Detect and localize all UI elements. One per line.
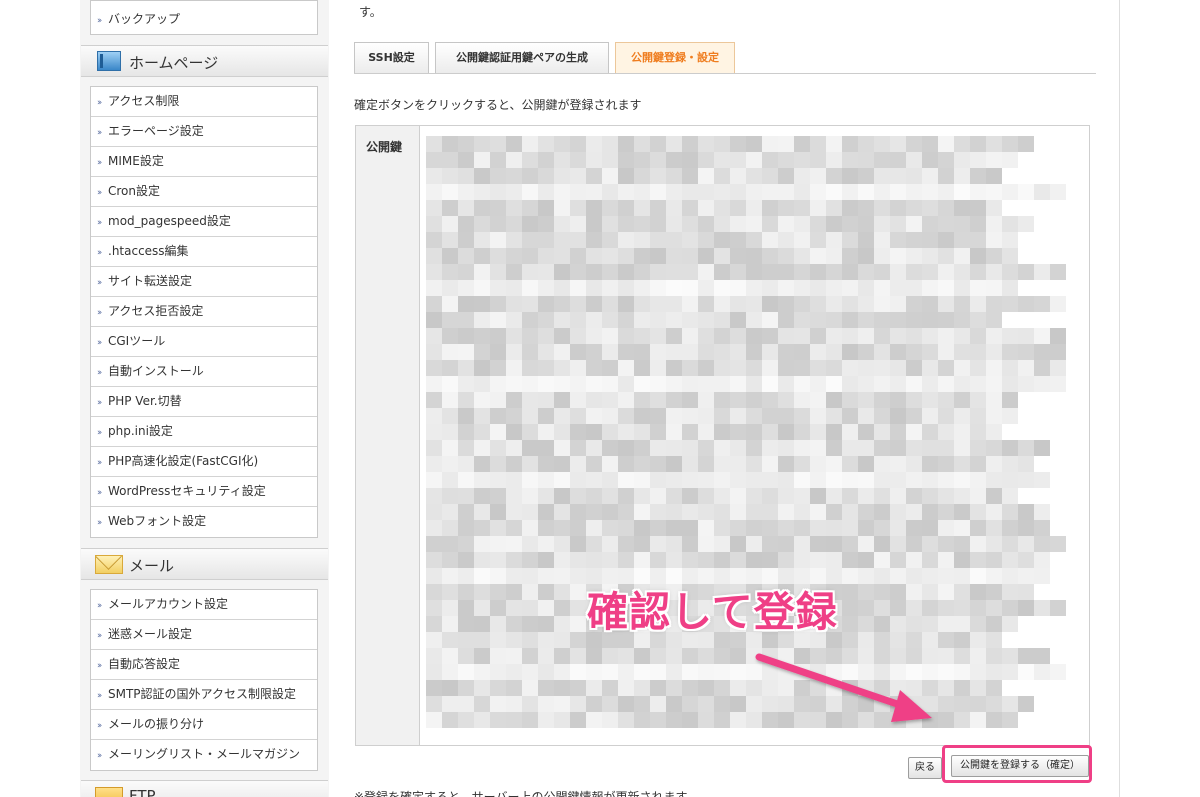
sidebar-item-spam[interactable]: ›› 迷惑メール設定 xyxy=(91,620,317,650)
arrow-icon: ›› xyxy=(97,308,102,318)
sidebar-item-label: サイト転送設定 xyxy=(108,274,193,288)
instruction-text: 確定ボタンをクリックすると、公開鍵が登録されます xyxy=(354,98,642,112)
arrow-icon: ›› xyxy=(97,188,102,198)
homepage-menu: ›› アクセス制限 ›› エラーページ設定 ›› MIME設定 ›› Cron設定 ››… xyxy=(90,86,318,538)
annotation-label: 確認して登録 xyxy=(587,588,838,636)
tab-ssh-settings[interactable]: SSH設定 xyxy=(354,42,429,74)
arrow-icon: ›› xyxy=(97,248,102,258)
public-key-label-cell: 公開鍵 xyxy=(356,126,420,745)
public-key-textarea[interactable] xyxy=(426,136,1066,736)
mail-icon xyxy=(95,555,123,574)
sidebar-item-mime[interactable]: ›› MIME設定 xyxy=(91,147,317,177)
section-title-mail: メール xyxy=(129,557,175,575)
arrow-icon: ›› xyxy=(97,338,102,348)
sidebar-item-php-fastcgi[interactable]: ›› PHP高速化設定(FastCGI化) xyxy=(91,447,317,477)
bottom-note: ※登録を確定すると、サーバー上の公開鍵情報が更新されます xyxy=(354,790,688,797)
arrow-icon: ›› xyxy=(97,368,102,378)
sidebar-item-mail-account[interactable]: ›› メールアカウント設定 xyxy=(91,590,317,620)
sidebar-item-mail-filter[interactable]: ›› メールの振り分け xyxy=(91,710,317,740)
arrow-icon: ›› xyxy=(97,98,102,108)
sidebar-item-label: アクセス制限 xyxy=(108,94,180,108)
sidebar-item-access-limit[interactable]: ›› アクセス制限 xyxy=(91,87,317,117)
arrow-icon: ›› xyxy=(97,751,102,761)
sidebar-item-label: CGIツール xyxy=(108,334,166,348)
homepage-icon xyxy=(97,51,121,71)
sidebar-item-mod-pagespeed[interactable]: ›› mod_pagespeed設定 xyxy=(91,207,317,237)
sidebar-item-backup[interactable]: ›› バックアップ xyxy=(91,1,317,36)
sidebar: ›› バックアップ ホームページ ›› アクセス制限 ›› エラーページ設定 ›› MI… xyxy=(80,0,330,797)
arrow-icon: ›› xyxy=(97,661,102,671)
arrow-icon: ›› xyxy=(97,428,102,438)
sidebar-item-label: メールの振り分け xyxy=(108,717,205,731)
tab-label: SSH設定 xyxy=(368,51,415,64)
sidebar-item-label: Webフォント設定 xyxy=(108,514,207,528)
sidebar-item-label: SMTP認証の国外アクセス制限設定 xyxy=(108,687,296,701)
sidebar-item-label: PHP高速化設定(FastCGI化) xyxy=(108,454,259,468)
arrow-icon: ›› xyxy=(97,16,102,26)
public-key-table: 公開鍵 xyxy=(355,125,1090,746)
section-header-ftp: FTP xyxy=(81,780,328,797)
top-text: す。 xyxy=(359,5,382,19)
arrow-icon: ›› xyxy=(97,488,102,498)
sidebar-item-label: Cron設定 xyxy=(108,184,160,198)
sidebar-item-wordpress-security[interactable]: ›› WordPressセキュリティ設定 xyxy=(91,477,317,507)
arrow-icon: ›› xyxy=(97,518,102,528)
sidebar-item-label: .htaccess編集 xyxy=(108,244,189,258)
main-panel: す。 SSH設定 公開鍵認証用鍵ペアの生成 公開鍵登録・設定 確定ボタンをクリッ… xyxy=(329,0,1120,797)
sidebar-item-php-version[interactable]: ›› PHP Ver.切替 xyxy=(91,387,317,417)
arrow-icon: ›› xyxy=(97,128,102,138)
arrow-icon: ›› xyxy=(97,458,102,468)
server-panel-screen: ›› バックアップ ホームページ ›› アクセス制限 ›› エラーページ設定 ›› MI… xyxy=(0,0,1200,797)
arrow-icon: ›› xyxy=(97,601,102,611)
sidebar-item-label: WordPressセキュリティ設定 xyxy=(108,484,266,498)
sidebar-item-mailing-list[interactable]: ›› メーリングリスト・メールマガジン xyxy=(91,740,317,770)
back-button[interactable]: 戻る xyxy=(908,757,942,779)
arrow-icon: ›› xyxy=(97,631,102,641)
sidebar-item-access-deny[interactable]: ›› アクセス拒否設定 xyxy=(91,297,317,327)
mail-menu: ›› メールアカウント設定 ›› 迷惑メール設定 ›› 自動応答設定 ›› SMTP認証… xyxy=(90,589,318,771)
sidebar-item-cron[interactable]: ›› Cron設定 xyxy=(91,177,317,207)
sidebar-item-htaccess[interactable]: ›› .htaccess編集 xyxy=(91,237,317,267)
arrow-icon: ›› xyxy=(97,398,102,408)
sidebar-item-label: PHP Ver.切替 xyxy=(108,394,182,408)
sidebar-item-label: php.ini設定 xyxy=(108,424,173,438)
sidebar-item-label: アクセス拒否設定 xyxy=(108,304,204,318)
sidebar-item-label: メールアカウント設定 xyxy=(108,597,229,611)
sidebar-item-label: mod_pagespeed設定 xyxy=(108,214,231,228)
section-title-homepage: ホームページ xyxy=(129,54,219,72)
arrow-icon: ›› xyxy=(97,721,102,731)
sidebar-item-label: 自動インストール xyxy=(108,364,204,378)
confirm-register-button[interactable]: 公開鍵を登録する（確定） xyxy=(951,755,1089,777)
public-key-label: 公開鍵 xyxy=(366,140,403,154)
arrow-icon: ›› xyxy=(97,158,102,168)
sidebar-item-label: 迷惑メール設定 xyxy=(108,627,193,641)
arrow-icon: ›› xyxy=(97,218,102,228)
sidebar-item-cgi-tools[interactable]: ›› CGIツール xyxy=(91,327,317,357)
sidebar-item-php-ini[interactable]: ›› php.ini設定 xyxy=(91,417,317,447)
sidebar-item-label: エラーページ設定 xyxy=(108,124,204,138)
blurred-key-mosaic xyxy=(426,136,1066,728)
sidebar-item-label: MIME設定 xyxy=(108,154,164,168)
sidebar-item-label: バックアップ xyxy=(108,12,181,26)
ftp-folder-icon xyxy=(95,787,123,797)
sidebar-item-label: 自動応答設定 xyxy=(108,657,181,671)
sidebar-item-site-redirect[interactable]: ›› サイト転送設定 xyxy=(91,267,317,297)
section-header-homepage: ホームページ xyxy=(81,45,328,77)
sidebar-item-auto-reply[interactable]: ›› 自動応答設定 xyxy=(91,650,317,680)
tab-public-key-registration[interactable]: 公開鍵登録・設定 xyxy=(615,42,735,74)
section-title-ftp: FTP xyxy=(129,787,156,797)
arrow-icon: ›› xyxy=(97,278,102,288)
sidebar-item-auto-install[interactable]: ›› 自動インストール xyxy=(91,357,317,387)
sidebar-item-label: メーリングリスト・メールマガジン xyxy=(108,747,301,761)
tab-label: 公開鍵登録・設定 xyxy=(631,51,719,64)
sidebar-top-menu: ›› バックアップ xyxy=(90,0,318,35)
sidebar-item-smtp-restriction[interactable]: ›› SMTP認証の国外アクセス制限設定 xyxy=(91,680,317,710)
tab-label: 公開鍵認証用鍵ペアの生成 xyxy=(456,51,588,64)
tab-underline xyxy=(354,73,1096,74)
arrow-icon: ›› xyxy=(97,691,102,701)
section-header-mail: メール xyxy=(81,548,328,580)
sidebar-item-error-page[interactable]: ›› エラーページ設定 xyxy=(91,117,317,147)
sidebar-item-web-font[interactable]: ›› Webフォント設定 xyxy=(91,507,317,537)
tab-key-pair-generation[interactable]: 公開鍵認証用鍵ペアの生成 xyxy=(435,42,609,74)
